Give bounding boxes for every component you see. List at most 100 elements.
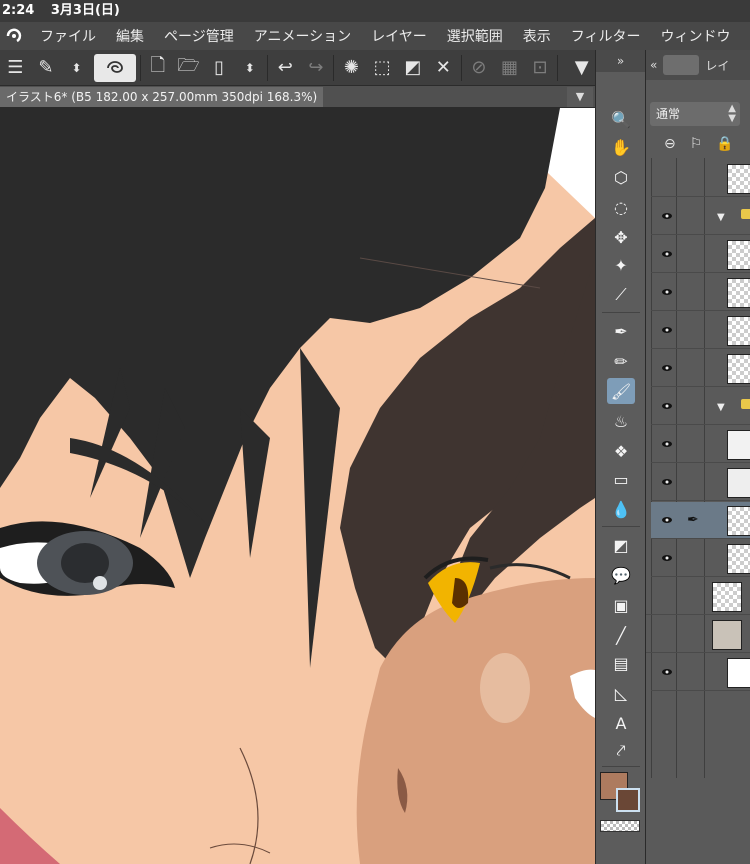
crop-icon[interactable]: ⊡ xyxy=(527,54,554,82)
airbrush-icon[interactable]: ♨ xyxy=(607,408,635,434)
chevron-down-icon[interactable]: ▼ xyxy=(717,212,725,223)
layer-row[interactable] xyxy=(651,160,750,197)
layer-row[interactable] xyxy=(646,578,750,615)
stepper-icon[interactable]: ⬍ xyxy=(63,54,90,82)
menu-edit[interactable]: 編集 xyxy=(106,26,154,46)
document-tab[interactable]: イラスト6* (B5 182.00 x 257.00mm 350dpi 168.… xyxy=(0,87,324,107)
layer-panel-header: « レイ xyxy=(646,50,750,80)
pencil-icon[interactable]: ✏ xyxy=(607,348,635,374)
layer-row[interactable] xyxy=(651,464,750,501)
clear-icon[interactable]: ⊘ xyxy=(466,54,493,82)
eye-icon[interactable] xyxy=(661,324,673,336)
eye-icon[interactable] xyxy=(661,438,673,450)
layer-row[interactable] xyxy=(651,236,750,273)
fill-icon[interactable]: ◩ xyxy=(607,532,635,558)
lock-icon[interactable]: 🔒 xyxy=(716,136,733,152)
tool-divider xyxy=(602,766,640,767)
menu-file[interactable]: ファイル xyxy=(30,26,106,46)
transform-icon[interactable]: ✺ xyxy=(338,54,365,82)
eyedropper-icon[interactable]: ⟋ xyxy=(607,282,635,308)
frame-icon[interactable]: ▤ xyxy=(607,650,635,676)
dropdown-icon[interactable]: ▼ xyxy=(568,54,595,82)
open-icon[interactable]: 🗁 xyxy=(175,54,202,82)
layer-row-selected[interactable]: ✒ xyxy=(651,502,750,539)
layer-row[interactable] xyxy=(651,426,750,463)
menu-selection[interactable]: 選択範囲 xyxy=(437,26,513,46)
menu-animation[interactable]: アニメーション xyxy=(244,26,361,46)
layer-row[interactable] xyxy=(651,274,750,311)
blend-mode-select[interactable]: 通常 ▲ ▼ xyxy=(650,102,740,126)
menu-view[interactable]: 表示 xyxy=(513,26,561,46)
layer-thumbnail xyxy=(727,316,750,346)
pen-icon[interactable]: ✒ xyxy=(607,318,635,344)
wand-icon[interactable]: ✦ xyxy=(607,252,635,278)
layer-row[interactable] xyxy=(651,540,750,577)
lasso-icon[interactable]: ◌ xyxy=(607,194,635,220)
eraser-icon[interactable]: ▭ xyxy=(607,466,635,492)
chevron-down-icon[interactable]: ▼ xyxy=(717,402,725,413)
decoration-icon[interactable]: ❖ xyxy=(607,438,635,464)
brush-tool-icon[interactable]: ✎ xyxy=(33,54,60,82)
save-icon[interactable]: ▯ xyxy=(206,54,233,82)
new-icon[interactable]: 🗋 xyxy=(145,54,172,82)
blend-icon[interactable]: 💧 xyxy=(607,496,635,522)
cross-icon[interactable]: ✕ xyxy=(430,54,457,82)
hand-icon[interactable]: ✋ xyxy=(607,134,635,160)
menu-window[interactable]: ウィンドウ xyxy=(651,26,741,46)
eye-icon[interactable] xyxy=(661,248,673,260)
eye-icon[interactable] xyxy=(661,210,673,222)
layer-thumbnail xyxy=(727,544,750,574)
layer-folder-row[interactable]: ▼ xyxy=(651,198,750,235)
select-icon[interactable]: ⬚ xyxy=(369,54,396,82)
eye-icon[interactable] xyxy=(661,552,673,564)
eye-icon[interactable] xyxy=(661,666,673,678)
eye-icon[interactable] xyxy=(661,476,673,488)
line-icon[interactable]: ╱ xyxy=(607,622,635,648)
undo-icon[interactable]: ↩ xyxy=(272,54,299,82)
eye-icon[interactable] xyxy=(661,286,673,298)
stepper-icon[interactable]: ⬍ xyxy=(236,54,263,82)
layer-property-tab[interactable] xyxy=(663,55,700,75)
brush-icon[interactable]: 🖌 xyxy=(607,378,635,404)
layer-row[interactable] xyxy=(651,312,750,349)
redo-icon[interactable]: ↪ xyxy=(303,54,330,82)
layer-thumbnail xyxy=(727,164,750,194)
layer-thumbnail xyxy=(712,620,742,650)
menu-layer[interactable]: レイヤー xyxy=(361,26,437,46)
toolbar-separator xyxy=(557,54,559,81)
balloon-icon[interactable]: 💬 xyxy=(607,562,635,588)
layer-thumbnail xyxy=(727,430,750,460)
layer-row[interactable] xyxy=(646,616,750,653)
3d-icon[interactable]: ⬡ xyxy=(607,164,635,190)
drawing-canvas[interactable] xyxy=(0,108,595,864)
tab-menu-icon[interactable]: ▼ xyxy=(567,87,593,107)
menu-page[interactable]: ページ管理 xyxy=(154,26,244,46)
clip-icon[interactable]: ⊖ xyxy=(664,136,676,152)
menu-filter[interactable]: フィルター xyxy=(561,26,651,46)
move-icon[interactable]: ✥ xyxy=(607,224,635,250)
snap-icon[interactable] xyxy=(93,53,136,82)
ruler-icon[interactable]: ◺ xyxy=(607,680,635,706)
layer-folder-row[interactable]: ▼ xyxy=(651,388,750,425)
app-logo-icon[interactable] xyxy=(0,22,30,50)
layer-panel: « レイ 通常 ▲ ▼ ⊖ ⚐ 🔒 ▼ ▼ ✒ xyxy=(645,50,750,864)
layer-row[interactable] xyxy=(651,350,750,387)
reference-icon[interactable]: ⚐ xyxy=(690,136,703,152)
menu-icon[interactable]: ☰ xyxy=(2,54,29,82)
sub-color-swatch[interactable] xyxy=(616,788,640,812)
layer-tools-row: ⊖ ⚐ 🔒 xyxy=(646,132,750,156)
panel-collapse-icon[interactable]: « xyxy=(650,58,657,72)
link-icon[interactable]: ⤤ xyxy=(607,738,635,764)
layer-tab-label[interactable]: レイ xyxy=(705,57,729,74)
palette-collapse-icon[interactable]: » xyxy=(596,50,645,72)
gradient-icon[interactable]: ▣ xyxy=(607,592,635,618)
zoom-icon[interactable]: 🔍 xyxy=(607,106,635,132)
text-icon[interactable]: A xyxy=(607,710,635,736)
eye-icon[interactable] xyxy=(661,362,673,374)
eye-icon[interactable] xyxy=(661,400,673,412)
eye-icon[interactable] xyxy=(661,514,673,526)
fill-icon[interactable]: ◩ xyxy=(399,54,426,82)
grid-icon[interactable]: ▦ xyxy=(496,54,523,82)
transparent-color-swatch[interactable] xyxy=(600,820,640,832)
paper-layer-row[interactable] xyxy=(651,654,750,691)
